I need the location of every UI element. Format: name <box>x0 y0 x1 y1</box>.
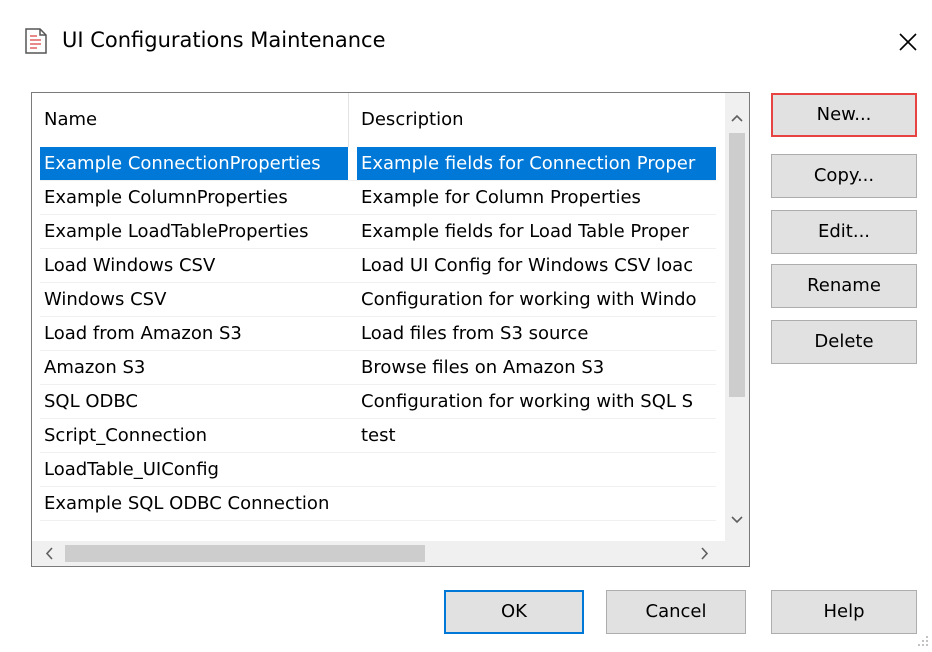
row-description-cell: test <box>361 425 396 446</box>
new-button[interactable]: New... <box>771 93 917 137</box>
horizontal-scroll-thumb[interactable] <box>65 545 425 562</box>
row-name-cell: Script_Connection <box>44 425 208 446</box>
row-name-cell: Amazon S3 <box>44 357 146 378</box>
row-name-cell: Load Windows CSV <box>44 255 216 276</box>
list-row[interactable]: Load Windows CSV Load UI Config for Windo… <box>40 249 716 283</box>
title-bar: UI Configurations Maintenance <box>0 0 932 80</box>
row-name-cell: LoadTable_UIConfig <box>44 459 219 480</box>
list-row[interactable]: SQL ODBC Configuration for working with S… <box>40 385 716 419</box>
help-button[interactable]: Help <box>771 590 917 634</box>
list-row[interactable]: Example ConnectionProperties Example fiel… <box>40 147 716 181</box>
list-rows: Example ConnectionProperties Example fiel… <box>40 147 716 521</box>
column-header-name[interactable]: Name <box>32 93 348 147</box>
column-header-description[interactable]: Description <box>349 93 725 147</box>
scroll-left-icon[interactable] <box>38 541 60 566</box>
vertical-scrollbar[interactable] <box>725 93 749 541</box>
row-name-cell: Example LoadTableProperties <box>44 221 309 242</box>
cancel-button[interactable]: Cancel <box>606 590 746 634</box>
ui-configurations-dialog: UI Configurations Maintenance Name Descr… <box>0 0 932 650</box>
row-name-cell: Windows CSV <box>44 289 167 310</box>
document-icon <box>25 28 47 54</box>
row-name-cell: Example ConnectionProperties <box>40 147 348 180</box>
list-row[interactable]: Load from Amazon S3 Load files from S3 so… <box>40 317 716 351</box>
resize-grip-icon[interactable] <box>914 632 930 648</box>
row-description-cell: Configuration for working with SQL S <box>361 391 694 412</box>
scroll-up-icon[interactable] <box>725 105 749 131</box>
list-header: Name Description <box>32 93 725 147</box>
rename-button[interactable]: Rename <box>771 264 917 308</box>
list-row[interactable]: Windows CSV Configuration for working wit… <box>40 283 716 317</box>
row-name-cell: Load from Amazon S3 <box>44 323 242 344</box>
row-description-cell <box>357 487 716 520</box>
ok-button[interactable]: OK <box>444 590 584 634</box>
list-row[interactable]: Example LoadTableProperties Example field… <box>40 215 716 249</box>
copy-button[interactable]: Copy... <box>771 154 917 198</box>
scrollbar-corner <box>725 541 749 566</box>
list-row[interactable]: Example ColumnProperties Example for Colu… <box>40 181 716 215</box>
scroll-down-icon[interactable] <box>725 507 749 533</box>
row-description-cell: Browse files on Amazon S3 <box>361 357 605 378</box>
list-row[interactable]: LoadTable_UIConfig <box>40 453 716 487</box>
configurations-list[interactable]: Name Description Example ConnectionPrope… <box>31 92 750 567</box>
list-row[interactable]: Amazon S3 Browse files on Amazon S3 <box>40 351 716 385</box>
scroll-right-icon[interactable] <box>694 541 716 566</box>
close-button[interactable] <box>888 22 928 62</box>
row-name-cell: SQL ODBC <box>44 391 138 412</box>
list-row[interactable]: Example SQL ODBC Connection <box>40 487 716 521</box>
edit-button[interactable]: Edit... <box>771 210 917 254</box>
row-description-cell: Example for Column Properties <box>361 187 641 208</box>
row-description-cell <box>357 453 716 486</box>
list-row[interactable]: Script_Connection test <box>40 419 716 453</box>
row-description-cell: Load files from S3 source <box>361 323 589 344</box>
row-name-cell: Example SQL ODBC Connection <box>44 493 330 514</box>
row-description-cell: Load UI Config for Windows CSV loac <box>361 255 694 276</box>
delete-button[interactable]: Delete <box>771 320 917 364</box>
row-description-cell: Configuration for working with Windo <box>361 289 697 310</box>
row-description-cell: Example fields for Load Table Proper <box>361 221 689 242</box>
horizontal-scrollbar[interactable] <box>32 541 725 566</box>
window-title: UI Configurations Maintenance <box>62 28 386 52</box>
vertical-scroll-thumb[interactable] <box>729 133 745 397</box>
row-name-cell: Example ColumnProperties <box>44 187 288 208</box>
row-description-cell: Example fields for Connection Proper <box>357 147 716 180</box>
